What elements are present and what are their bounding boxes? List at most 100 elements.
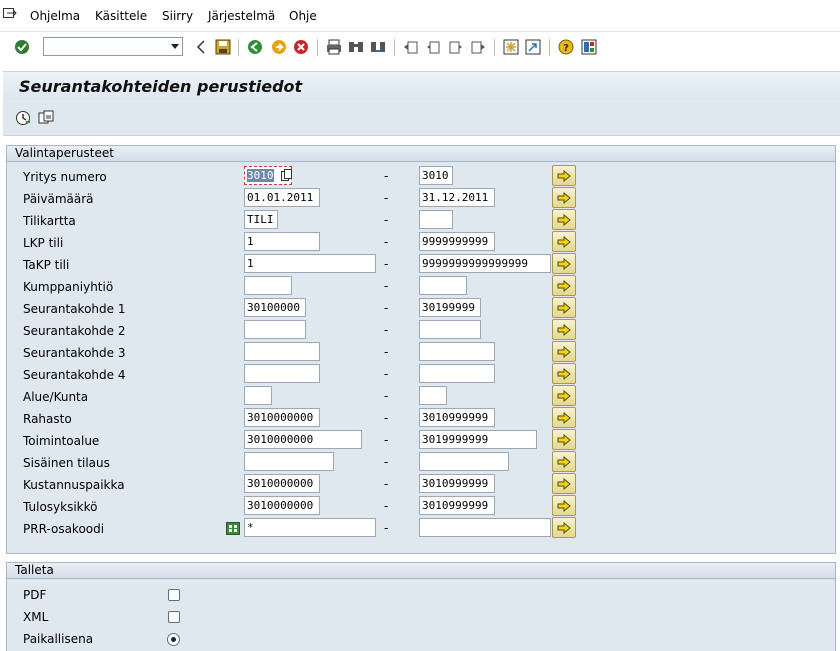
field-to[interactable]: 3010999999: [419, 474, 495, 493]
menu-jarjestelma[interactable]: Järjestelmä: [208, 9, 275, 23]
field-from[interactable]: [244, 452, 334, 471]
prev-page-icon[interactable]: [424, 38, 442, 56]
back-green-icon[interactable]: [246, 38, 264, 56]
create-session-icon[interactable]: [502, 38, 520, 56]
multiple-selection-button[interactable]: [552, 341, 576, 362]
field-label: Kumppaniyhtiö: [23, 280, 114, 294]
back-arrow-icon[interactable]: [192, 38, 210, 56]
field-to[interactable]: [419, 518, 551, 537]
field-to[interactable]: [419, 452, 509, 471]
field-label: Seurantakohde 4: [23, 368, 126, 382]
arrow-right-icon: [557, 499, 571, 512]
get-variant-icon[interactable]: [37, 109, 55, 127]
help-icon[interactable]: ?: [557, 38, 575, 56]
multiple-selection-button[interactable]: [552, 253, 576, 274]
svg-text:?: ?: [563, 43, 569, 54]
field-to[interactable]: 9999999999: [419, 232, 495, 251]
field-to[interactable]: 3019999999: [419, 430, 537, 449]
dropdown-arrow-icon[interactable]: [171, 44, 179, 49]
menu-ohje[interactable]: Ohje: [289, 9, 317, 23]
arrow-right-icon: [557, 521, 571, 534]
field-from[interactable]: 3010000000: [244, 430, 362, 449]
multiple-selection-button[interactable]: [552, 495, 576, 516]
field-to[interactable]: 3010999999: [419, 408, 495, 427]
field-to[interactable]: 3010999999: [419, 496, 495, 515]
multiple-selection-button[interactable]: [552, 297, 576, 318]
field-label: Seurantakohde 1: [23, 302, 126, 316]
title-bar: Seurantakohteiden perustiedot: [3, 71, 840, 102]
field-to[interactable]: [419, 386, 447, 405]
next-page-icon[interactable]: [447, 38, 465, 56]
cancel-icon[interactable]: [292, 38, 310, 56]
arrow-right-icon: [557, 323, 571, 336]
multiple-selection-button[interactable]: [552, 429, 576, 450]
multiple-selection-button[interactable]: [552, 363, 576, 384]
field-to[interactable]: 30199999: [419, 298, 481, 317]
checkbox-pdf[interactable]: [168, 589, 180, 601]
copy-icon[interactable]: [281, 169, 293, 181]
field-from[interactable]: 3010000000: [244, 474, 320, 493]
field-from[interactable]: 1: [244, 232, 320, 251]
menu-ohjelma[interactable]: Ohjelma: [30, 9, 80, 23]
exit-icon[interactable]: [270, 38, 288, 56]
checkbox-xml[interactable]: [168, 611, 180, 623]
first-page-icon[interactable]: [402, 38, 420, 56]
standard-toolbar: ?: [0, 31, 840, 63]
save-icon[interactable]: [214, 38, 232, 56]
enter-icon[interactable]: [13, 38, 31, 56]
field-to[interactable]: 9999999999999999: [419, 254, 551, 273]
field-to[interactable]: [419, 210, 453, 229]
layout-icon[interactable]: [580, 38, 598, 56]
multiple-selection-button[interactable]: [552, 231, 576, 252]
arrow-right-icon: [557, 455, 571, 468]
multiple-selection-button[interactable]: [552, 385, 576, 406]
field-to[interactable]: [419, 342, 495, 361]
multiple-selection-button[interactable]: [552, 319, 576, 340]
field-from[interactable]: 1: [244, 254, 376, 273]
multiple-selection-button[interactable]: [552, 451, 576, 472]
range-dash: -: [384, 213, 389, 227]
field-from[interactable]: [244, 364, 320, 383]
field-from[interactable]: 01.01.2011: [244, 188, 320, 207]
last-page-icon[interactable]: [469, 38, 487, 56]
multiple-selection-button[interactable]: [552, 407, 576, 428]
multiple-selection-active-icon[interactable]: [226, 522, 240, 535]
multiple-selection-button[interactable]: [552, 187, 576, 208]
find-next-icon[interactable]: [369, 38, 387, 56]
shortcut-icon[interactable]: [524, 38, 542, 56]
field-to[interactable]: [419, 364, 495, 383]
field-to[interactable]: [419, 320, 481, 339]
menu-kasittele[interactable]: Käsittele: [95, 9, 147, 23]
field-label: Tilikartta: [23, 214, 76, 228]
execute-icon[interactable]: [14, 109, 32, 127]
field-label: Sisäinen tilaus: [23, 456, 110, 470]
field-from[interactable]: 3010000000: [244, 408, 320, 427]
range-dash: -: [384, 455, 389, 469]
field-from[interactable]: [244, 320, 306, 339]
field-from[interactable]: *: [244, 518, 376, 537]
field-to[interactable]: 3010: [419, 166, 453, 185]
menu-siirry[interactable]: Siirry: [162, 9, 193, 23]
multiple-selection-button[interactable]: [552, 517, 576, 538]
arrow-right-icon: [557, 191, 571, 204]
field-from[interactable]: [244, 276, 292, 295]
field-from[interactable]: 30100000: [244, 298, 306, 317]
radio-paikallisena[interactable]: [167, 633, 180, 646]
print-icon[interactable]: [325, 38, 343, 56]
command-field[interactable]: [43, 37, 183, 56]
multiple-selection-button[interactable]: [552, 165, 576, 186]
multiple-selection-button[interactable]: [552, 473, 576, 494]
field-from[interactable]: 3010000000: [244, 496, 320, 515]
multiple-selection-button[interactable]: [552, 209, 576, 230]
field-from[interactable]: TILI: [244, 210, 278, 229]
field-to[interactable]: 31.12.2011: [419, 188, 495, 207]
multiple-selection-button[interactable]: [552, 275, 576, 296]
menu-bar: Ohjelma Käsittele Siirry Järjestelmä Ohj…: [0, 0, 840, 31]
field-from-value: 3010: [247, 169, 274, 182]
field-from[interactable]: [244, 342, 320, 361]
field-from[interactable]: [244, 386, 272, 405]
system-menu-icon[interactable]: [3, 8, 17, 20]
find-icon[interactable]: [347, 38, 365, 56]
field-label: Seurantakohde 2: [23, 324, 126, 338]
field-to[interactable]: [419, 276, 467, 295]
